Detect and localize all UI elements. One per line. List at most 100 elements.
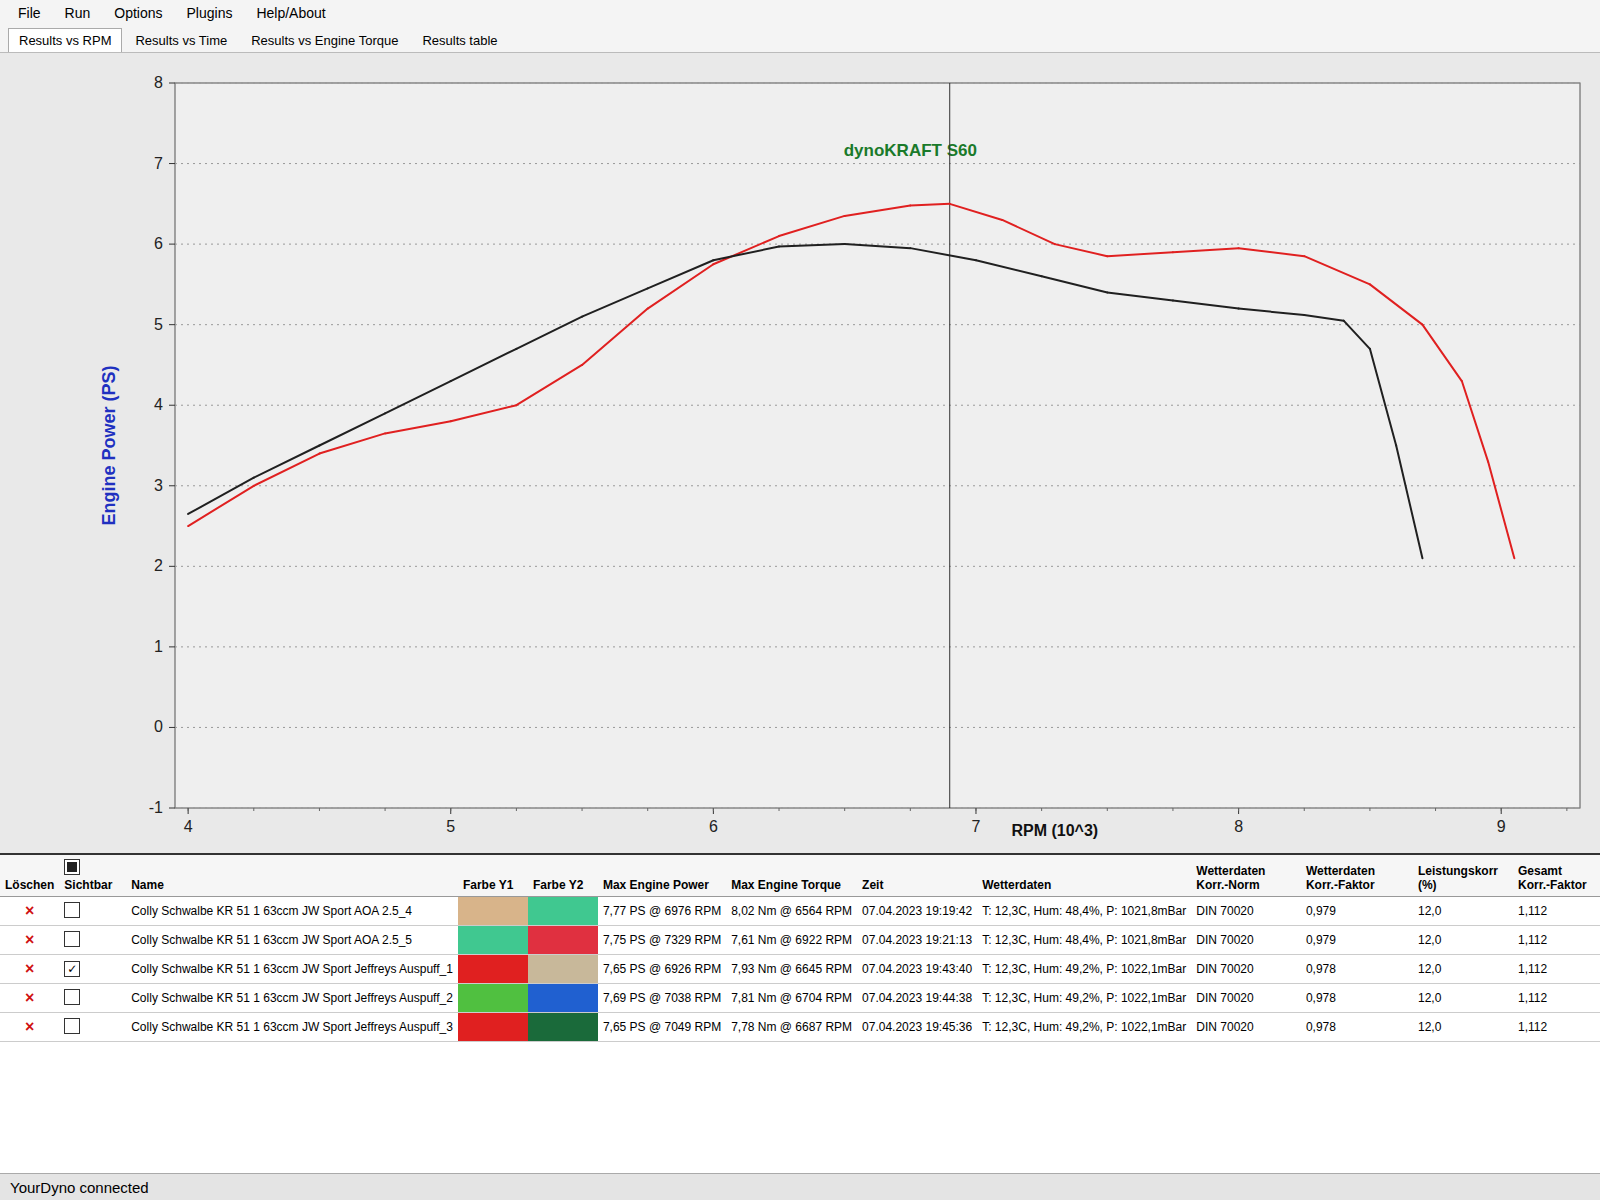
color-swatch-y1[interactable] — [458, 926, 528, 955]
visible-cell — [59, 926, 126, 955]
color-swatch-y2[interactable] — [528, 984, 598, 1013]
menu-item[interactable]: Run — [55, 3, 101, 23]
y-tick: 2 — [154, 557, 163, 574]
color-swatch-y2[interactable] — [528, 897, 598, 926]
delete-button[interactable]: × — [0, 897, 59, 926]
series-segment — [1002, 220, 1055, 244]
series-segment — [910, 204, 949, 206]
grid-line — [175, 727, 1580, 728]
series-segment — [1304, 315, 1343, 321]
table-cell: 12,0 — [1413, 1013, 1513, 1042]
column-header: Zeit — [857, 855, 977, 897]
table-cell: T: 12,3C, Hum: 48,4%, P: 1021,8mBar — [977, 926, 1191, 955]
delete-button[interactable]: × — [0, 984, 59, 1013]
y-tick: 1 — [154, 638, 163, 655]
column-header: Name — [126, 855, 458, 897]
table-cell: DIN 70020 — [1191, 1013, 1301, 1042]
table-row[interactable]: ×Colly Schwalbe KR 51 1 63ccm JW Sport A… — [0, 926, 1600, 955]
table-cell: 07.04.2023 19:44:38 — [857, 984, 977, 1013]
column-header: Farbe Y1 — [458, 855, 528, 897]
series-segment — [188, 478, 254, 514]
table-cell: 8,02 Nm @ 6564 RPM — [726, 897, 857, 926]
y-axis-label: Engine Power (PS) — [99, 365, 119, 525]
table-row[interactable]: ×Colly Schwalbe KR 51 1 63ccm JW Sport J… — [0, 984, 1600, 1013]
table-row[interactable]: ×✓Colly Schwalbe KR 51 1 63ccm JW Sport … — [0, 955, 1600, 984]
series-segment — [385, 381, 451, 413]
column-header: Leistungskorr (%) — [1413, 855, 1513, 897]
y-tick: 7 — [154, 155, 163, 172]
series-segment — [1173, 248, 1239, 252]
header-checkbox[interactable] — [64, 859, 80, 875]
y-tick: 3 — [154, 477, 163, 494]
tab[interactable]: Results table — [411, 28, 508, 52]
grid-line — [175, 244, 1580, 245]
color-swatch-y2[interactable] — [528, 926, 598, 955]
table-cell: 7,93 Nm @ 6645 RPM — [726, 955, 857, 984]
x-tick: 5 — [446, 818, 455, 835]
visible-checkbox[interactable] — [64, 989, 80, 1005]
series-segment — [254, 454, 320, 486]
color-swatch-y1[interactable] — [458, 897, 528, 926]
menu-item[interactable]: Options — [104, 3, 172, 23]
series-segment — [910, 248, 976, 260]
menu-item[interactable]: File — [8, 3, 51, 23]
run-name: Colly Schwalbe KR 51 1 63ccm JW Sport AO… — [126, 897, 458, 926]
visible-checkbox[interactable] — [64, 1018, 80, 1034]
column-header: Wetterdaten — [977, 855, 1191, 897]
grid-line — [175, 405, 1580, 406]
table-header: Löschen SichtbarNameFarbe Y1Farbe Y2Max … — [0, 855, 1600, 897]
column-header: Max Engine Power — [598, 855, 726, 897]
visible-checkbox[interactable]: ✓ — [64, 961, 80, 977]
table-cell: 7,69 PS @ 7038 RPM — [598, 984, 726, 1013]
series-segment — [451, 349, 517, 381]
delete-button[interactable]: × — [0, 1013, 59, 1042]
y-tick: -1 — [149, 799, 163, 816]
grid-line — [175, 646, 1580, 647]
series-segment — [1422, 325, 1461, 381]
table-cell: 0,979 — [1301, 926, 1413, 955]
table-row[interactable]: ×Colly Schwalbe KR 51 1 63ccm JW Sport J… — [0, 1013, 1600, 1042]
table-cell: 12,0 — [1413, 984, 1513, 1013]
cursor-line[interactable] — [949, 83, 950, 808]
color-swatch-y1[interactable] — [458, 984, 528, 1013]
visible-cell — [59, 984, 126, 1013]
table-row[interactable]: × Colly Schwalbe KR 51 1 63ccm JW Sport A… — [0, 897, 1600, 926]
tab[interactable]: Results vs Time — [124, 28, 238, 52]
status-bar: YourDyno connected — [0, 1173, 1600, 1200]
table-cell: 0,979 — [1301, 897, 1413, 926]
color-swatch-y1[interactable] — [458, 955, 528, 984]
series-segment — [582, 309, 648, 365]
color-swatch-y2[interactable] — [528, 955, 598, 984]
table-cell: DIN 70020 — [1191, 926, 1301, 955]
table-cell: T: 12,3C, Hum: 48,4%, P: 1021,8mBar — [977, 897, 1191, 926]
visible-cell — [59, 1013, 126, 1042]
color-swatch-y2[interactable] — [528, 1013, 598, 1042]
visible-cell: ✓ — [59, 955, 126, 984]
color-swatch-y1[interactable] — [458, 1013, 528, 1042]
tab[interactable]: Results vs Engine Torque — [240, 28, 409, 52]
series-segment — [779, 216, 845, 236]
table-cell: 1,112 — [1513, 984, 1600, 1013]
grid-line — [175, 324, 1580, 325]
series-segment — [648, 264, 714, 308]
column-header: Farbe Y2 — [528, 855, 598, 897]
menu-item[interactable]: Help/About — [246, 3, 335, 23]
table-cell: 07.04.2023 19:45:36 — [857, 1013, 977, 1042]
series-segment — [1370, 284, 1423, 324]
delete-button[interactable]: × — [0, 955, 59, 984]
y-tick: 6 — [154, 235, 163, 252]
table-cell: 07.04.2023 19:19:42 — [857, 897, 977, 926]
series-segment — [845, 244, 911, 248]
menu-item[interactable]: Plugins — [177, 3, 243, 23]
visible-checkbox[interactable] — [64, 931, 80, 947]
visible-checkbox[interactable] — [64, 902, 80, 918]
y-tick: 5 — [154, 316, 163, 333]
delete-button[interactable]: × — [0, 926, 59, 955]
series-segment — [1462, 381, 1488, 462]
series-segment — [1239, 309, 1305, 315]
table-cell: 7,65 PS @ 7049 RPM — [598, 1013, 726, 1042]
chart-title: dynoKRAFT S60 — [844, 141, 977, 160]
tab[interactable]: Results vs RPM — [8, 28, 122, 52]
series-segment — [1042, 276, 1108, 292]
table-cell: DIN 70020 — [1191, 984, 1301, 1013]
